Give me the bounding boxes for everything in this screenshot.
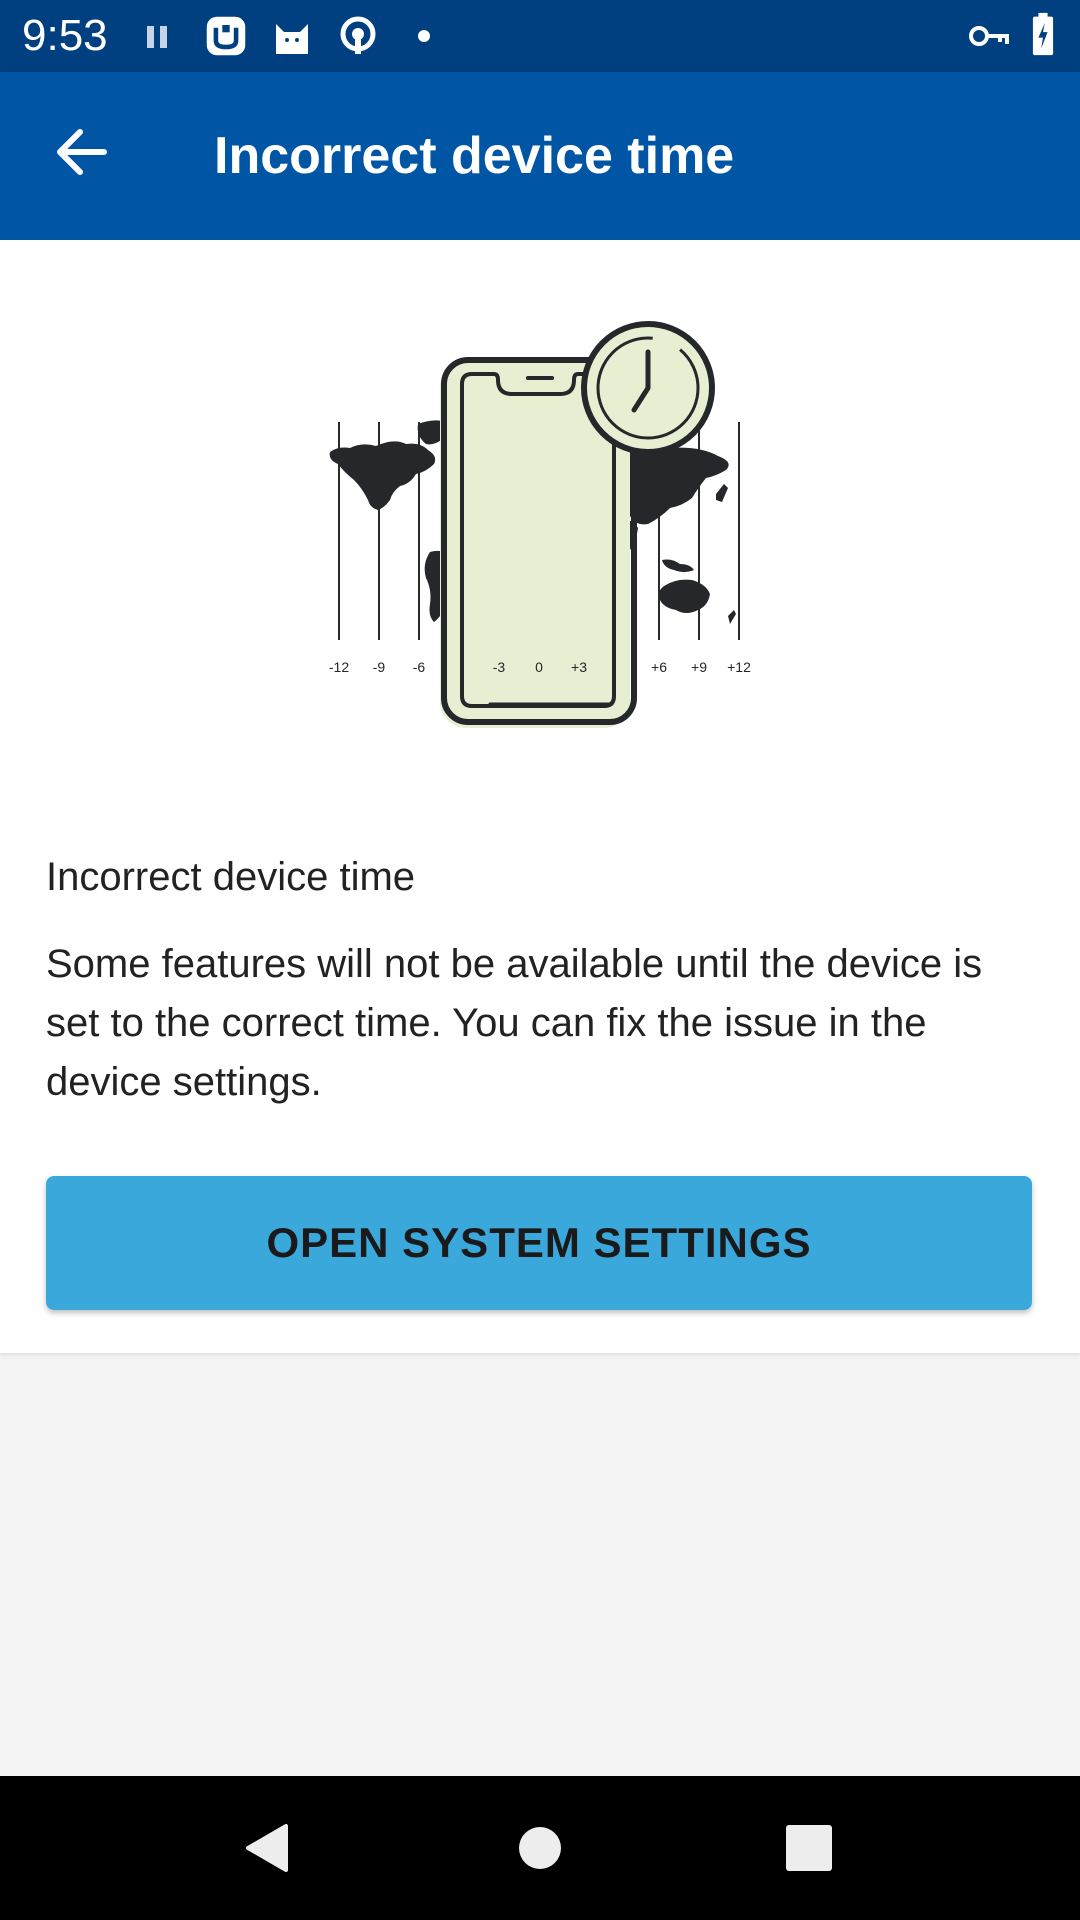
tz-label: -6	[413, 659, 426, 675]
cat-icon	[276, 24, 308, 54]
content-heading: Incorrect device time	[46, 855, 416, 899]
tz-label: +3	[571, 659, 587, 675]
tz-label: 0	[535, 659, 543, 675]
podcast-icon	[340, 16, 376, 54]
nav-bar	[0, 1776, 1080, 1920]
tz-label: +12	[727, 659, 751, 675]
timezone-illustration: -12 -9 -6 -3 0 +3 +6 +9 +12	[329, 321, 751, 728]
notification-dot-icon	[418, 30, 430, 42]
arrow-back-icon[interactable]	[42, 112, 122, 192]
tz-label: +6	[651, 659, 667, 675]
status-time: 9:53	[22, 11, 108, 60]
home-circle-icon[interactable]	[500, 1808, 580, 1888]
back-triangle-icon[interactable]	[228, 1808, 308, 1888]
tz-label: -12	[329, 659, 349, 675]
tz-label: -3	[493, 659, 506, 675]
page-title: Incorrect device time	[214, 127, 735, 185]
app-badge-icon	[206, 16, 246, 56]
timezone-labels: -12 -9 -6 -3 0 +3 +6 +9 +12	[329, 659, 751, 675]
vpn-key-icon	[969, 26, 1009, 46]
tz-label: -9	[373, 659, 386, 675]
status-bar: 9:53	[0, 0, 1080, 72]
content-card: -12 -9 -6 -3 0 +3 +6 +9 +12 Incorrect de…	[0, 240, 1080, 1353]
recents-square-icon[interactable]	[769, 1808, 849, 1888]
open-system-settings-button[interactable]: OPEN SYSTEM SETTINGS	[46, 1176, 1032, 1310]
battery-charging-icon	[1032, 12, 1054, 56]
content-body: Some features will not be available unti…	[46, 942, 983, 1104]
tz-label: +9	[691, 659, 707, 675]
pause-icon	[147, 26, 167, 48]
app-bar: Incorrect device time	[0, 72, 1080, 240]
